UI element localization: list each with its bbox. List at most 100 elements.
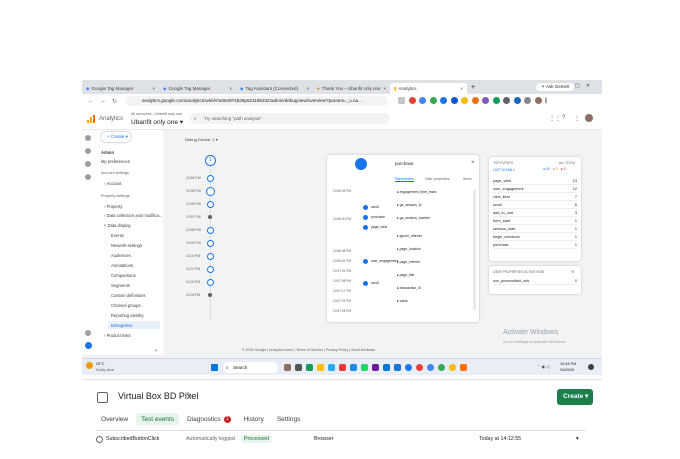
timeline-dot[interactable] — [207, 279, 214, 286]
scrollbar[interactable] — [473, 190, 476, 310]
event-name[interactable]: scroll — [371, 281, 379, 285]
app-icon[interactable] — [339, 364, 346, 371]
param-item[interactable]: ▸ ga_session_number — [397, 216, 430, 220]
close-icon[interactable]: × — [229, 83, 232, 94]
admin-gear-icon[interactable] — [85, 342, 92, 349]
tab-test-events[interactable]: Test events — [136, 413, 179, 425]
windows-start-icon[interactable] — [211, 364, 218, 371]
top-event-row[interactable]: page_view 13 — [493, 179, 577, 185]
clock-date[interactable]: 3/4/2026 — [560, 368, 574, 372]
forward-icon[interactable]: → — [100, 98, 106, 104]
timeline-dot[interactable] — [208, 293, 212, 297]
top-event-row[interactable]: begin_checkout 1 — [493, 235, 577, 241]
browser-tab[interactable]: ● Thank You – Ubanfit only one × — [313, 83, 390, 94]
sidebar-my-preferences[interactable]: My preferences — [101, 159, 130, 164]
param-item[interactable]: ▸ page_referrer — [397, 260, 420, 264]
weather-desc[interactable]: Mostly clear — [96, 368, 114, 372]
widget-icon[interactable] — [284, 364, 291, 371]
sidebar-account[interactable]: › Account — [104, 181, 121, 186]
top-event-row[interactable]: add_to_cart 3 — [493, 211, 577, 217]
system-tray-icons[interactable]: ⌃ ◉ ◁ — [537, 364, 549, 369]
taskbar-search[interactable]: ⌕ Search — [223, 362, 278, 373]
param-item[interactable]: ▸ transaction_id — [397, 286, 421, 290]
extension-icon[interactable] — [471, 97, 479, 104]
telegram-icon[interactable] — [328, 364, 335, 371]
timeline-dot[interactable] — [206, 187, 215, 196]
app-icon[interactable] — [350, 364, 357, 371]
param-item[interactable]: ▸ page_title — [397, 273, 414, 277]
extension-icon[interactable] — [440, 97, 447, 104]
param-item[interactable]: ▸ ga_session_id — [397, 203, 421, 207]
close-icon[interactable]: × — [383, 83, 386, 94]
window-controls[interactable]: –▢✕ — [566, 83, 596, 89]
browser-tab[interactable]: ◆ Google Tag Manager × — [159, 83, 236, 94]
explore-icon[interactable] — [85, 161, 91, 167]
address-bar[interactable]: analytics.google.com/analytics/web/#/a36… — [126, 96, 388, 106]
sidebar-admin[interactable]: Admin — [101, 150, 114, 155]
timeline-dot[interactable] — [207, 253, 214, 260]
more-icon[interactable]: ⋮ — [574, 115, 580, 122]
extension-icon[interactable] — [482, 97, 489, 104]
create-button[interactable]: + Create ▾ — [101, 132, 131, 142]
top-event-row[interactable]: session_start 1 — [493, 227, 577, 233]
whatsapp-icon[interactable] — [361, 364, 368, 371]
browser-tab-active[interactable]: ▮ Analytics × — [390, 83, 467, 94]
chrome-icon[interactable] — [449, 364, 456, 371]
sidebar-events[interactable]: Events — [111, 233, 124, 238]
param-item[interactable]: ▸ value — [397, 299, 408, 303]
param-item[interactable]: ▸ engagement_time_msec — [397, 190, 437, 194]
param-item[interactable]: ▸ page_location — [397, 247, 421, 251]
top-event-row[interactable]: scroll 6 — [493, 203, 577, 209]
sidebar-segments[interactable]: Segments — [111, 283, 130, 288]
reports-icon[interactable] — [85, 148, 91, 154]
top-event-row[interactable]: form_start 1 — [493, 219, 577, 225]
event-name[interactable]: user_engagement — [371, 259, 398, 263]
sidebar-debugview[interactable]: DebugView — [108, 321, 160, 329]
extension-icon[interactable] — [419, 97, 426, 104]
task-view-icon[interactable] — [295, 364, 302, 371]
extension-icon[interactable] — [429, 97, 437, 104]
reload-icon[interactable]: ↻ — [112, 98, 117, 105]
collapse-icon[interactable]: ‹ — [155, 348, 157, 354]
close-icon[interactable]: × — [152, 83, 155, 94]
chrome-icon[interactable] — [427, 364, 434, 371]
chrome-icon[interactable] — [416, 364, 423, 371]
timeline-current-dot[interactable]: 1 — [205, 155, 216, 166]
profile-avatar[interactable] — [534, 97, 542, 104]
puzzle-icon[interactable] — [524, 97, 531, 104]
param-item[interactable]: ▸ ignore_referrer — [397, 234, 422, 238]
last-30-min-selector[interactable]: LAST 30 MIN ▾ — [493, 168, 515, 172]
notification-icon[interactable] — [588, 364, 594, 370]
app-icon[interactable] — [306, 364, 313, 371]
timeline-dot[interactable] — [207, 201, 214, 208]
top-event-row[interactable]: view_item 7 — [493, 195, 577, 201]
create-button[interactable]: Create ▾ — [557, 389, 593, 405]
app-icon[interactable] — [372, 364, 379, 371]
weather-temp[interactable]: 29°C — [96, 362, 104, 366]
extension-icon[interactable] — [461, 97, 468, 104]
extension-icon[interactable] — [513, 97, 521, 104]
tab-settings[interactable]: Settings — [272, 413, 306, 425]
top-event-row[interactable]: user_engagement 12 — [493, 187, 577, 193]
pencil-icon[interactable]: ✎ — [186, 391, 193, 400]
user-avatar[interactable] — [585, 114, 593, 122]
sidebar-reporting-identity[interactable]: Reporting identity — [111, 313, 144, 318]
app-icon[interactable] — [460, 364, 467, 371]
tab-items[interactable]: Items — [463, 177, 472, 181]
sidebar-property[interactable]: › Property — [104, 204, 122, 209]
help-icon[interactable]: ? — [562, 115, 565, 121]
sidebar-comparisons[interactable]: Comparisons — [111, 273, 136, 278]
clock-time[interactable]: 10:44 PM — [560, 362, 576, 366]
timeline-dot[interactable] — [207, 266, 214, 273]
top-event-row[interactable]: purchase 1 — [493, 243, 577, 249]
file-explorer-icon[interactable] — [317, 364, 324, 371]
extension-icon[interactable] — [492, 97, 500, 104]
facebook-icon[interactable] — [405, 364, 412, 371]
sidebar-audiences[interactable]: Audiences — [111, 253, 131, 258]
home-icon[interactable] — [85, 135, 91, 141]
close-icon[interactable]: × — [471, 160, 475, 166]
timeline-dot[interactable] — [208, 215, 212, 219]
tab-diagnostics[interactable]: Diagnostics 1 — [182, 413, 236, 425]
chevron-down-icon[interactable]: ▾ — [576, 436, 579, 442]
timeline-dot[interactable] — [207, 227, 214, 234]
